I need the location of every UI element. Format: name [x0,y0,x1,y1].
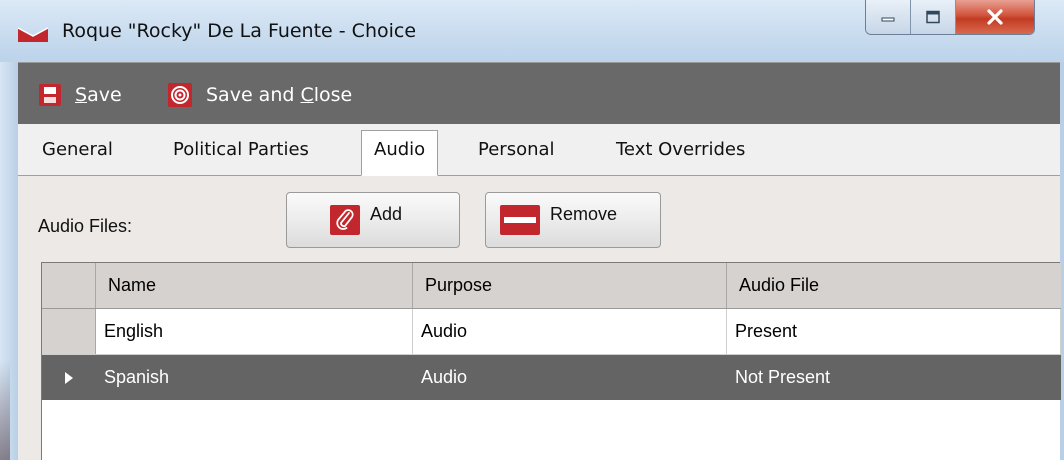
audio-files-label: Audio Files: [38,216,133,236]
close-icon [987,9,1003,25]
row-selector[interactable] [42,355,96,400]
save-and-close-button[interactable]: Save and Close [168,81,352,109]
tab-political-parties[interactable]: Political Parties [173,139,309,160]
save-close-label-rest: lose [313,84,353,106]
close-button[interactable] [956,0,1034,34]
minimize-icon [881,17,895,22]
save-and-close-label: Save and Close [206,84,352,106]
window-frame-right [1060,62,1064,460]
column-header-name[interactable]: Name [96,263,413,308]
save-button[interactable]: Save [39,81,122,109]
add-button[interactable]: Add [286,192,460,248]
app-envelope-icon [17,27,49,42]
column-header-purpose[interactable]: Purpose [413,263,727,308]
cell-audio-file[interactable]: Present [727,309,1061,354]
remove-icon [500,205,540,235]
floppy-disk-icon [39,84,61,106]
cell-name[interactable]: English [96,309,413,354]
window-frame-shadow [0,360,10,460]
remove-label: Remove [550,203,618,224]
target-icon [168,83,192,107]
cell-purpose[interactable]: Audio [413,309,727,354]
cell-purpose[interactable]: Audio [413,355,727,400]
save-close-accesskey: C [300,84,314,106]
audio-files-grid[interactable]: Name Purpose Audio File English Audio Pr… [41,262,1061,460]
minimize-button[interactable] [866,0,911,34]
save-accesskey: S [75,84,88,106]
column-header-audio-file[interactable]: Audio File [727,263,1061,308]
tab-personal[interactable]: Personal [478,139,555,160]
audio-tab-panel: Audio Files: Add Remove Name Purpose Aud… [18,176,1061,460]
paperclip-icon [330,205,360,235]
tab-text-overrides[interactable]: Text Overrides [616,139,745,160]
row-pointer-icon [64,371,73,384]
row-selector[interactable] [42,309,96,354]
toolbar: Save Save and Close [18,62,1060,124]
table-row[interactable]: English Audio Present [42,309,1061,355]
row-header-corner [42,263,96,308]
window-title-bar[interactable]: Roque "Rocky" De La Fuente - Choice [0,0,1064,62]
save-label: Save [75,84,122,106]
save-close-label-pre: Save and [206,84,301,106]
maximize-icon [926,10,940,24]
table-row-selected[interactable]: Spanish Audio Not Present [42,355,1061,400]
add-label: Add [370,203,403,224]
window-title: Roque "Rocky" De La Fuente - Choice [62,20,417,42]
window-controls [865,0,1035,35]
maximize-button[interactable] [911,0,956,34]
tab-general[interactable]: General [42,139,113,160]
cell-name[interactable]: Spanish [96,355,413,400]
remove-button[interactable]: Remove [485,192,661,248]
cell-audio-file[interactable]: Not Present [727,355,1061,400]
tab-audio[interactable]: Audio [361,130,439,176]
tab-strip: General Political Parties Audio Personal… [18,124,1060,176]
save-label-rest: ave [87,84,122,106]
grid-header-row: Name Purpose Audio File [42,263,1061,309]
